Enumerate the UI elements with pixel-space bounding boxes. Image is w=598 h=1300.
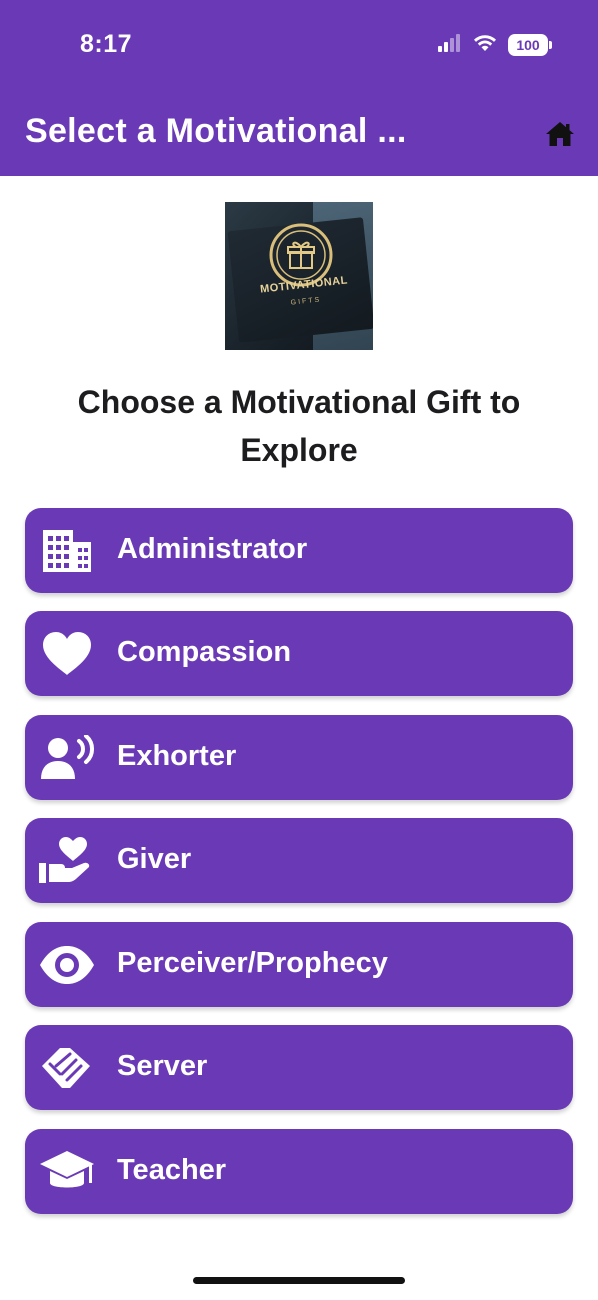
wifi-icon <box>472 33 498 58</box>
gift-button-compassion[interactable]: Compassion <box>25 611 573 696</box>
gift-label: Administrator <box>117 533 308 565</box>
status-icons: 100 <box>438 32 552 58</box>
gift-label: Giver <box>117 843 192 875</box>
graduation-cap-icon <box>39 1147 95 1197</box>
home-indicator[interactable] <box>193 1277 405 1284</box>
gift-label: Teacher <box>117 1154 227 1186</box>
gift-button-perceiver-prophecy[interactable]: Perceiver/Prophecy <box>25 922 573 1007</box>
section-heading: Choose a Motivational Gift to Explore <box>77 384 521 468</box>
status-bar: 8:17 100 <box>0 0 598 92</box>
gift-label: Server <box>117 1050 208 1082</box>
battery-icon: 100 <box>508 34 552 56</box>
home-icon <box>546 122 574 146</box>
app-logo: MOTIVATIONAL GIFTS <box>225 202 373 350</box>
signal-icon <box>438 33 462 58</box>
eye-icon <box>39 940 95 990</box>
status-time: 8:17 <box>80 30 133 58</box>
speaker-icon <box>39 733 95 783</box>
home-button[interactable] <box>544 118 576 150</box>
gift-label: Exhorter <box>117 740 237 772</box>
nav-bar: Select a Motivational ... <box>0 92 598 176</box>
gift-button-server[interactable]: Server <box>25 1025 573 1110</box>
gift-button-teacher[interactable]: Teacher <box>25 1129 573 1214</box>
gift-button-administrator[interactable]: Administrator <box>25 508 573 593</box>
handshake-icon <box>39 1043 95 1093</box>
gift-button-giver[interactable]: Giver <box>25 818 573 903</box>
hand-heart-icon <box>39 836 95 886</box>
building-icon <box>39 526 95 576</box>
page-title: Select a Motivational ... <box>25 112 407 150</box>
heart-icon <box>39 629 95 679</box>
gift-button-exhorter[interactable]: Exhorter <box>25 715 573 800</box>
gift-label: Perceiver/Prophecy <box>117 947 388 979</box>
gift-label: Compassion <box>117 636 292 668</box>
